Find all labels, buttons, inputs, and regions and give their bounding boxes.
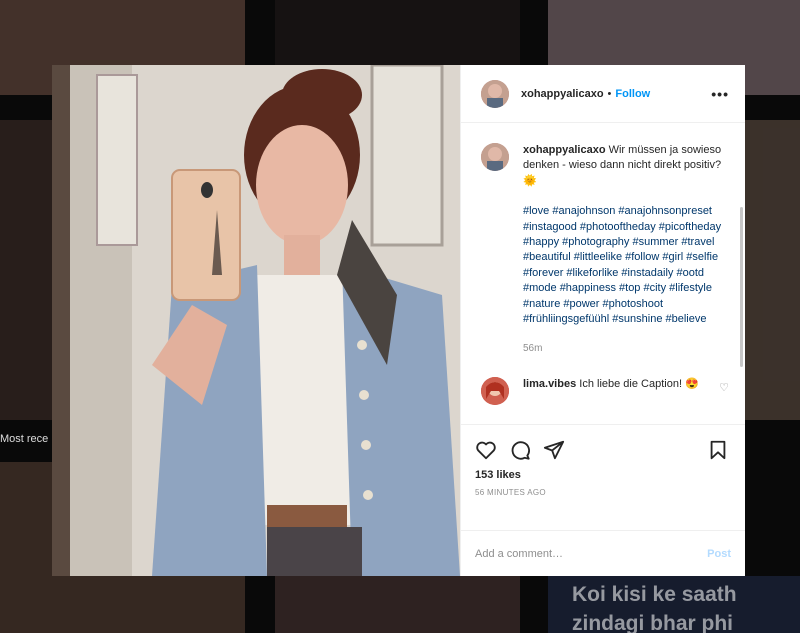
post-header: xohappyalicaxo • Follow ••• — [461, 65, 745, 123]
caption: xohappyalicaxo Wir müssen ja sowieso den… — [481, 143, 729, 357]
caption-username[interactable]: xohappyalicaxo — [523, 144, 606, 156]
avatar[interactable] — [481, 376, 509, 405]
comment-body: lima.vibes Ich liebe die Caption! 😍 — [523, 377, 719, 405]
bookmark-icon[interactable] — [707, 439, 729, 461]
avatar-image — [481, 79, 509, 108]
action-icons — [475, 435, 729, 465]
selfie-image — [52, 65, 460, 576]
share-icon[interactable] — [543, 439, 565, 461]
follow-button[interactable]: Follow — [615, 88, 650, 100]
more-options-icon[interactable]: ••• — [711, 86, 729, 102]
avatar-image — [481, 143, 509, 171]
section-label: Most rece — [0, 433, 49, 445]
comment-input[interactable] — [475, 547, 708, 560]
comment-username[interactable]: lima.vibes — [523, 378, 576, 390]
comment-icon[interactable] — [509, 439, 531, 461]
add-comment-bar: Post — [461, 530, 745, 576]
post-timestamp[interactable]: 56 MINUTES AGO — [475, 488, 729, 497]
comment-item: lima.vibes Ich liebe die Caption! 😍 ♡ — [481, 376, 729, 405]
caption-time: 56m — [523, 343, 543, 355]
likes-count[interactable]: 153 likes — [475, 469, 729, 481]
bg-quote-line2: zindagi bhar phi — [572, 612, 733, 633]
header-username[interactable]: xohappyalicaxo — [521, 88, 604, 100]
post-photo[interactable] — [52, 65, 460, 576]
comments-section[interactable]: xohappyalicaxo Wir müssen ja sowieso den… — [461, 123, 745, 424]
comments-scrollbar[interactable] — [740, 207, 743, 367]
post-actions: 153 likes 56 MINUTES AGO — [461, 424, 745, 530]
heart-icon[interactable] — [475, 439, 497, 461]
post-button[interactable]: Post — [707, 548, 731, 560]
post-modal: xohappyalicaxo • Follow ••• xohappyalica… — [52, 65, 745, 576]
comment-text: Ich liebe die Caption! 😍 — [579, 377, 699, 390]
avatar-image — [481, 376, 509, 405]
like-comment-icon[interactable]: ♡ — [719, 381, 729, 405]
avatar[interactable] — [481, 79, 509, 108]
post-sidebar: xohappyalicaxo • Follow ••• xohappyalica… — [460, 65, 745, 576]
separator-dot: • — [607, 87, 612, 100]
avatar[interactable] — [481, 143, 509, 171]
caption-hashtags[interactable]: #love #anajohnson #anajohnsonpreset #ins… — [523, 204, 723, 327]
caption-body: xohappyalicaxo Wir müssen ja sowieso den… — [523, 143, 723, 357]
bg-quote-line1: Koi kisi ke saath — [572, 583, 737, 606]
